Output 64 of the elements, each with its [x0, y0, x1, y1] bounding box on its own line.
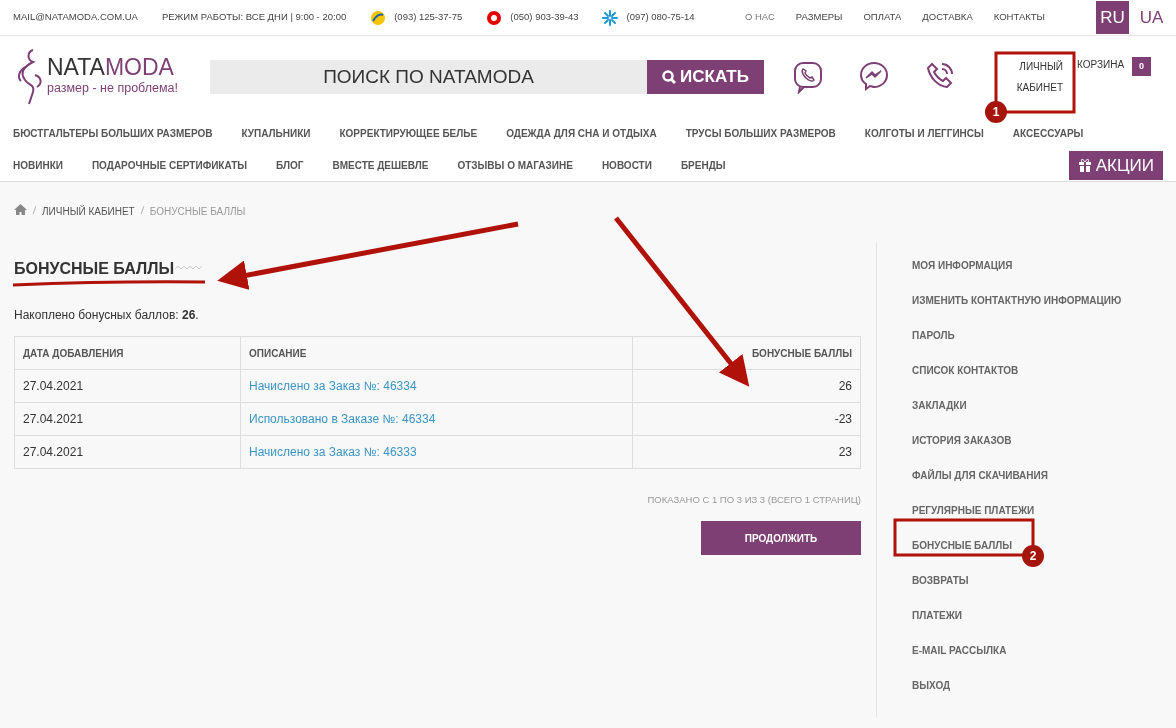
sidebar-link[interactable]: ИСТОРИЯ ЗАКАЗОВ [912, 433, 1012, 448]
top-link[interactable]: РАЗМЕРЫ [795, 10, 843, 25]
menu-link[interactable]: КОРРЕКТИРУЮЩЕЕ БЕЛЬЕ [339, 126, 478, 142]
sidebar-link[interactable]: ВОЗВРАТЫ [912, 573, 969, 588]
menu-link[interactable]: БРЕНДЫ [680, 157, 726, 173]
promotions-button[interactable]: АКЦИИ [1068, 150, 1163, 180]
phone-number: (093) 125-37-75 [394, 10, 463, 25]
table-cell: -23 [632, 402, 861, 436]
language-tab[interactable]: RU [1096, 1, 1129, 34]
working-hours-text: РЕЖИМ РАБОТЫ: ВСЕ ДНИ | 9:00 - 20:00 [161, 10, 347, 25]
menu-link[interactable]: ТРУСЫ БОЛЬШИХ РАЗМЕРОВ [685, 126, 836, 142]
pagination-text: ПОКАЗАНО С 1 ПО 3 ИЗ 3 (ВСЕГО 1 СТРАНИЦ) [646, 493, 861, 507]
sidebar-link[interactable]: МОЯ ИНФОРМАЦИЯ [912, 258, 1013, 273]
sidebar-link[interactable]: РЕГУЛЯРНЫЕ ПЛАТЕЖИ [912, 503, 1035, 518]
menu-link[interactable]: КУПАЛЬНИКИ [241, 126, 311, 142]
breadcrumb-item[interactable]: ЛИЧНЫЙ КАБИНЕТ [42, 204, 135, 219]
menu-link[interactable]: ОТЗЫВЫ О МАГАЗИНЕ [457, 157, 573, 173]
menu-link[interactable]: НОВОСТИ [601, 157, 652, 173]
sidebar-link[interactable]: ЗАКЛАДКИ [912, 398, 967, 413]
continue-button[interactable]: ПРОДОЛЖИТЬ [701, 521, 861, 556]
table-cell: 27.04.2021 [14, 369, 241, 403]
sidebar-link[interactable]: ИЗМЕНИТЬ КОНТАКТНУЮ ИНФОРМАЦИЮ [912, 293, 1122, 308]
phone-number: (050) 903-39-43 [510, 10, 579, 25]
sidebar-link[interactable]: ПЛАТЕЖИ [912, 608, 962, 623]
column-header: ДАТА ДОБАВЛЕНИЯ [14, 336, 241, 370]
menu-link[interactable]: БЮСТГАЛЬТЕРЫ БОЛЬШИХ РАЗМЕРОВ [13, 126, 213, 142]
phone-number: (097) 080-75-14 [626, 10, 695, 25]
table-cell: 26 [632, 369, 861, 403]
top-link[interactable]: КОНТАКТЫ [993, 10, 1045, 25]
menu-link[interactable]: БЛОГ [276, 157, 304, 173]
language-tab[interactable]: UA [1135, 1, 1168, 34]
table-cell: 23 [632, 435, 861, 469]
search-field[interactable]: ПОИСК ПО NATAMODA [210, 60, 647, 94]
top-link[interactable]: ДОСТАВКА [922, 10, 973, 25]
logo-text: NATA [47, 56, 105, 80]
sidebar-link[interactable]: БОНУСНЫЕ БАЛЛЫ [912, 538, 1013, 553]
bonus-summary-text: Накоплено бонусных баллов: 26. [14, 307, 200, 324]
column-header: БОНУСНЫЕ БАЛЛЫ [632, 336, 861, 370]
logo-text: MODA [104, 56, 174, 80]
menu-link[interactable]: КОЛГОТЫ И ЛЕГГИНСЫ [864, 126, 984, 142]
menu-link[interactable]: ВМЕСТЕ ДЕШЕВЛЕ [332, 157, 429, 173]
top-link[interactable]: ОПЛАТА [863, 10, 902, 25]
page-title: БОНУСНЫЕ БАЛЛЫ [14, 259, 175, 279]
sidebar-link[interactable]: ПАРОЛЬ [912, 328, 955, 343]
cart-count: 0 [1132, 56, 1152, 76]
menu-link[interactable]: ОДЕЖДА ДЛЯ СНА И ОТДЫХА [506, 126, 657, 142]
cart-link[interactable]: КОРЗИНА [1077, 56, 1125, 72]
table-cell: 27.04.2021 [14, 435, 241, 469]
sidebar-link[interactable]: ФАЙЛЫ ДЛЯ СКАЧИВАНИЯ [912, 468, 1048, 483]
sidebar-link[interactable]: ВЫХОД [912, 678, 951, 693]
account-link[interactable]: ЛИЧНЫЙ КАБИНЕТ [993, 56, 1063, 98]
menu-link[interactable]: НОВИНКИ [13, 157, 63, 173]
table-cell: 27.04.2021 [14, 402, 241, 436]
email-text: MAIL@NATAMODA.COM.UA [13, 10, 138, 25]
top-link[interactable]: О НАС [744, 10, 775, 25]
sidebar-link[interactable]: СПИСОК КОНТАКТОВ [912, 363, 1019, 378]
sidebar-link[interactable]: E-MAIL РАССЫЛКА [912, 643, 1007, 658]
menu-link[interactable]: ПОДАРОЧНЫЕ СЕРТИФИКАТЫ [91, 157, 248, 173]
column-header: ОПИСАНИЕ [240, 336, 633, 370]
breadcrumb-item: БОНУСНЫЕ БАЛЛЫ [149, 205, 246, 219]
menu-link[interactable]: АКСЕССУАРЫ [1012, 126, 1084, 142]
search-button[interactable]: ИСКАТЬ [647, 60, 764, 94]
annotation-number-badge: 2 [1022, 545, 1044, 567]
logo-tagline: размер - не проблема! [47, 80, 178, 98]
